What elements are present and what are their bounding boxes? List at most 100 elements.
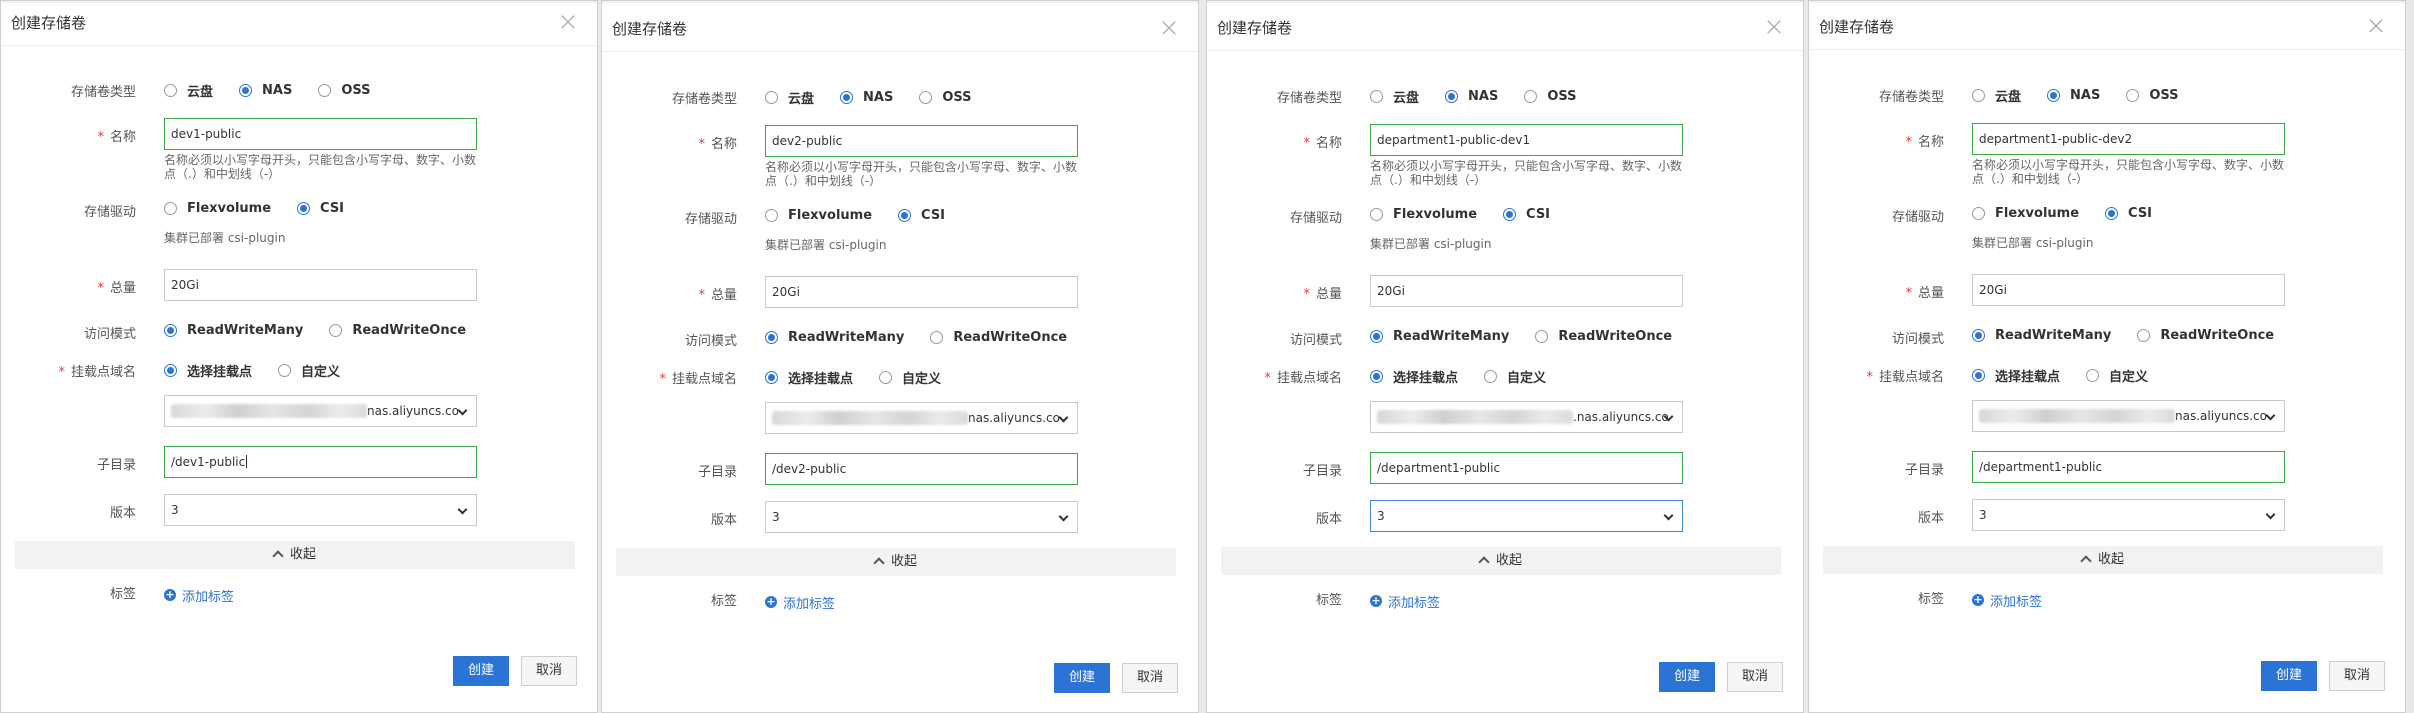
- volume-type-option-1[interactable]: NAS: [840, 90, 893, 105]
- volume-type-option-0[interactable]: 云盘: [765, 88, 814, 107]
- radio-button-icon[interactable]: [164, 324, 177, 337]
- capacity-input[interactable]: 20Gi: [164, 269, 477, 301]
- mount-mode-option-1[interactable]: 自定义: [2086, 366, 2148, 385]
- radio-button-icon[interactable]: [1972, 329, 1985, 342]
- close-icon[interactable]: ×: [1154, 13, 1184, 43]
- radio-button-icon[interactable]: [1370, 330, 1383, 343]
- create-button[interactable]: 创建: [2260, 661, 2317, 691]
- mount-point-select[interactable]: nas.aliyuncs.co: [1972, 400, 2285, 432]
- access-mode-option-0[interactable]: ReadWriteMany: [1972, 328, 2111, 343]
- volume-type-option-0[interactable]: 云盘: [164, 81, 213, 100]
- subdir-input[interactable]: /department1-public: [1972, 451, 2285, 483]
- version-select[interactable]: 3: [765, 501, 1078, 533]
- cancel-button[interactable]: 取消: [1726, 662, 1783, 692]
- driver-option-1[interactable]: CSI: [898, 208, 945, 223]
- collapse-toggle[interactable]: 收起: [15, 541, 575, 569]
- driver-option-0[interactable]: Flexvolume: [164, 201, 271, 216]
- radio-button-icon[interactable]: [239, 84, 253, 97]
- collapse-toggle[interactable]: 收起: [616, 548, 1176, 576]
- radio-button-icon[interactable]: [2137, 329, 2151, 342]
- volume-type-option-0[interactable]: 云盘: [1972, 86, 2021, 105]
- add-tag-link[interactable]: + 添加标签: [1972, 591, 2042, 610]
- name-input[interactable]: department1-public-dev1: [1370, 124, 1683, 156]
- radio-button-icon[interactable]: [1370, 90, 1383, 103]
- radio-button-icon[interactable]: [898, 209, 912, 222]
- radio-button-icon[interactable]: [879, 371, 893, 384]
- driver-option-0[interactable]: Flexvolume: [765, 208, 872, 223]
- radio-button-icon[interactable]: [1370, 208, 1383, 221]
- radio-button-icon[interactable]: [164, 202, 177, 215]
- subdir-input[interactable]: /dev1-public: [164, 446, 477, 478]
- driver-option-0[interactable]: Flexvolume: [1370, 207, 1477, 222]
- volume-type-option-2[interactable]: OSS: [919, 90, 972, 105]
- access-mode-option-0[interactable]: ReadWriteMany: [765, 330, 904, 345]
- mount-mode-option-0[interactable]: 选择挂载点: [1370, 367, 1458, 386]
- radio-button-icon[interactable]: [1972, 207, 1985, 220]
- version-select[interactable]: 3: [1370, 500, 1683, 532]
- mount-mode-option-1[interactable]: 自定义: [1484, 367, 1546, 386]
- mount-mode-option-1[interactable]: 自定义: [278, 361, 340, 380]
- mount-mode-option-0[interactable]: 选择挂载点: [164, 361, 252, 380]
- driver-option-0[interactable]: Flexvolume: [1972, 206, 2079, 221]
- mount-mode-option-1[interactable]: 自定义: [879, 368, 941, 387]
- collapse-toggle[interactable]: 收起: [1221, 547, 1781, 575]
- access-mode-option-0[interactable]: ReadWriteMany: [164, 323, 303, 338]
- cancel-button[interactable]: 取消: [1121, 663, 1178, 693]
- radio-button-icon[interactable]: [765, 91, 778, 104]
- radio-button-icon[interactable]: [318, 84, 332, 97]
- add-tag-link[interactable]: + 添加标签: [765, 593, 835, 612]
- volume-type-option-1[interactable]: NAS: [1445, 89, 1498, 104]
- radio-button-icon[interactable]: [1972, 369, 1985, 382]
- radio-button-icon[interactable]: [164, 364, 177, 377]
- close-icon[interactable]: ×: [2361, 11, 2391, 41]
- volume-type-option-2[interactable]: OSS: [2126, 88, 2179, 103]
- volume-type-option-1[interactable]: NAS: [239, 83, 292, 98]
- version-select[interactable]: 3: [164, 494, 477, 526]
- subdir-input[interactable]: /dev2-public: [765, 453, 1078, 485]
- volume-type-option-1[interactable]: NAS: [2047, 88, 2100, 103]
- add-tag-link[interactable]: + 添加标签: [164, 586, 234, 605]
- radio-button-icon[interactable]: [765, 331, 778, 344]
- version-select[interactable]: 3: [1972, 499, 2285, 531]
- name-input[interactable]: department1-public-dev2: [1972, 123, 2285, 155]
- radio-button-icon[interactable]: [297, 202, 311, 215]
- capacity-input[interactable]: 20Gi: [1972, 274, 2285, 306]
- name-input[interactable]: dev1-public: [164, 118, 477, 150]
- radio-button-icon[interactable]: [930, 331, 944, 344]
- access-mode-option-1[interactable]: ReadWriteOnce: [930, 330, 1067, 345]
- radio-button-icon[interactable]: [329, 324, 343, 337]
- close-icon[interactable]: ×: [1759, 12, 1789, 42]
- mount-point-select[interactable]: .nas.aliyuncs.co: [1370, 401, 1683, 433]
- radio-button-icon[interactable]: [1503, 208, 1517, 221]
- mount-point-select[interactable]: nas.aliyuncs.co: [164, 395, 477, 427]
- radio-button-icon[interactable]: [765, 371, 778, 384]
- access-mode-option-1[interactable]: ReadWriteOnce: [1535, 329, 1672, 344]
- volume-type-option-0[interactable]: 云盘: [1370, 87, 1419, 106]
- capacity-input[interactable]: 20Gi: [765, 276, 1078, 308]
- driver-option-1[interactable]: CSI: [297, 201, 344, 216]
- radio-button-icon[interactable]: [2086, 369, 2100, 382]
- subdir-input[interactable]: /department1-public: [1370, 452, 1683, 484]
- radio-button-icon[interactable]: [2047, 89, 2061, 102]
- capacity-input[interactable]: 20Gi: [1370, 275, 1683, 307]
- radio-button-icon[interactable]: [765, 209, 778, 222]
- access-mode-option-1[interactable]: ReadWriteOnce: [329, 323, 466, 338]
- radio-button-icon[interactable]: [919, 91, 933, 104]
- access-mode-option-0[interactable]: ReadWriteMany: [1370, 329, 1509, 344]
- volume-type-option-2[interactable]: OSS: [1524, 89, 1577, 104]
- radio-button-icon[interactable]: [164, 84, 177, 97]
- driver-option-1[interactable]: CSI: [1503, 207, 1550, 222]
- radio-button-icon[interactable]: [2105, 207, 2119, 220]
- cancel-button[interactable]: 取消: [2328, 661, 2385, 691]
- radio-button-icon[interactable]: [1972, 89, 1985, 102]
- mount-mode-option-0[interactable]: 选择挂载点: [1972, 366, 2060, 385]
- radio-button-icon[interactable]: [1445, 90, 1459, 103]
- radio-button-icon[interactable]: [1524, 90, 1538, 103]
- close-icon[interactable]: ×: [553, 7, 583, 37]
- add-tag-link[interactable]: + 添加标签: [1370, 592, 1440, 611]
- mount-point-select[interactable]: nas.aliyuncs.co: [765, 402, 1078, 434]
- access-mode-option-1[interactable]: ReadWriteOnce: [2137, 328, 2274, 343]
- create-button[interactable]: 创建: [1053, 663, 1110, 693]
- mount-mode-option-0[interactable]: 选择挂载点: [765, 368, 853, 387]
- collapse-toggle[interactable]: 收起: [1823, 546, 2383, 574]
